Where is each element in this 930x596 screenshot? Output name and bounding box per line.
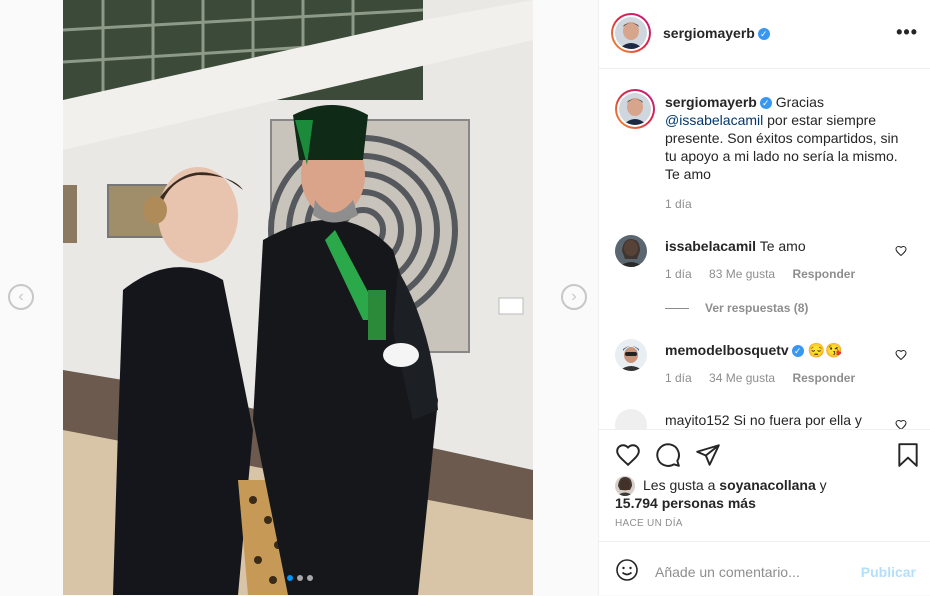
- slide-dot-3: [307, 575, 313, 581]
- likes-user[interactable]: soyanacollana: [719, 477, 816, 493]
- comment-body: Te amo: [759, 238, 806, 254]
- author-username[interactable]: sergiomayerb: [663, 25, 755, 41]
- commenter-avatar[interactable]: [615, 339, 647, 371]
- likes-suffix: y: [819, 477, 827, 493]
- smiley-icon[interactable]: [615, 558, 639, 582]
- comment-item: memodelbosquetv ✓ 😔😘 1 día 34 Me gusta Re…: [615, 339, 915, 399]
- comment-body: 😔😘: [807, 342, 843, 358]
- next-slide-button[interactable]: ›: [561, 284, 587, 310]
- comment-body: Si no fuera por ella y: [733, 412, 862, 428]
- more-options-button[interactable]: •••: [896, 22, 918, 43]
- paper-plane-icon[interactable]: [695, 442, 721, 468]
- likes-others[interactable]: 15.794 personas más: [615, 495, 756, 511]
- heart-icon[interactable]: [895, 349, 907, 361]
- previous-slide-button[interactable]: ‹: [8, 284, 34, 310]
- chevron-right-icon: ›: [571, 288, 577, 305]
- heart-icon[interactable]: [895, 419, 907, 429]
- post-time[interactable]: HACE UN DÍA: [615, 518, 683, 529]
- comment-item: issabelacamil Te amo 1 día 83 Me gusta R…: [615, 235, 915, 325]
- comment-input[interactable]: Añade un comentario...: [655, 564, 800, 580]
- commenter-avatar[interactable]: [615, 235, 647, 267]
- caption-text: sergiomayerb ✓ Gracias @issabelacamil por…: [665, 93, 905, 183]
- slide-dot-1: [287, 575, 293, 581]
- reply-button[interactable]: Responder: [792, 371, 855, 385]
- bookmark-icon[interactable]: [895, 442, 921, 468]
- slide-indicator: [287, 575, 313, 581]
- post-comment-button[interactable]: Publicar: [861, 564, 916, 580]
- verified-badge-icon: ✓: [791, 345, 804, 358]
- author-avatar[interactable]: [611, 13, 651, 53]
- comment-meta: 1 día 34 Me gusta Responder: [665, 371, 869, 385]
- comment-username[interactable]: memodelbosquetv: [665, 342, 789, 358]
- comment-time[interactable]: 1 día: [665, 267, 692, 281]
- chevron-left-icon: ‹: [18, 288, 24, 305]
- caption-meta: 1 día: [665, 197, 706, 211]
- comment-likes[interactable]: 83 Me gusta: [709, 267, 775, 281]
- liker-avatar[interactable]: [615, 476, 635, 496]
- caption-username[interactable]: sergiomayerb: [665, 94, 757, 110]
- verified-badge-icon: ✓: [757, 27, 770, 40]
- comment-item: mayito152 Si no fuera por ella y: [615, 409, 915, 429]
- reply-button[interactable]: Responder: [792, 267, 855, 281]
- add-comment-bar: Añade un comentario... Publicar: [599, 541, 930, 596]
- commenter-avatar[interactable]: [615, 409, 647, 429]
- likes-summary: Les gusta a soyanacollana y 15.794 perso…: [615, 476, 827, 512]
- slide-dot-2: [297, 575, 303, 581]
- comment-username[interactable]: issabelacamil: [665, 238, 756, 254]
- comment-text: memodelbosquetv ✓ 😔😘: [665, 341, 905, 359]
- more-options-icon: •••: [896, 22, 918, 42]
- media-area: ‹ ›: [0, 0, 598, 595]
- view-replies-label: Ver respuestas (8): [705, 301, 809, 315]
- comment-text: mayito152 Si no fuera por ella y: [665, 411, 905, 429]
- post-photo[interactable]: [63, 0, 533, 595]
- comments-list[interactable]: sergiomayerb ✓ Gracias @issabelacamil por…: [599, 69, 930, 429]
- comment-meta: 1 día 83 Me gusta Responder: [665, 267, 869, 281]
- caption-avatar[interactable]: [615, 89, 655, 129]
- caption-mention[interactable]: @issabelacamil: [665, 112, 763, 128]
- caption-lead: Gracias: [775, 94, 824, 110]
- caption-time: 1 día: [665, 197, 692, 211]
- comment-username[interactable]: mayito152: [665, 412, 730, 428]
- heart-icon[interactable]: [615, 442, 641, 468]
- heart-icon[interactable]: [895, 245, 907, 257]
- post-photo-illustration: [63, 0, 533, 595]
- comment-text: issabelacamil Te amo: [665, 237, 905, 255]
- view-replies-button[interactable]: Ver respuestas (8): [665, 301, 808, 315]
- comment-time[interactable]: 1 día: [665, 371, 692, 385]
- replies-divider: [665, 307, 689, 309]
- verified-badge-icon: ✓: [759, 97, 772, 110]
- likes-prefix: Les gusta a: [643, 477, 716, 493]
- comment-likes[interactable]: 34 Me gusta: [709, 371, 775, 385]
- post-actions: Les gusta a soyanacollana y 15.794 perso…: [599, 429, 930, 540]
- post-header: sergiomayerb ✓ •••: [599, 0, 930, 69]
- post-side-panel: sergiomayerb ✓ ••• sergiomayerb ✓ Gracias …: [598, 0, 930, 595]
- comment-icon[interactable]: [655, 442, 681, 468]
